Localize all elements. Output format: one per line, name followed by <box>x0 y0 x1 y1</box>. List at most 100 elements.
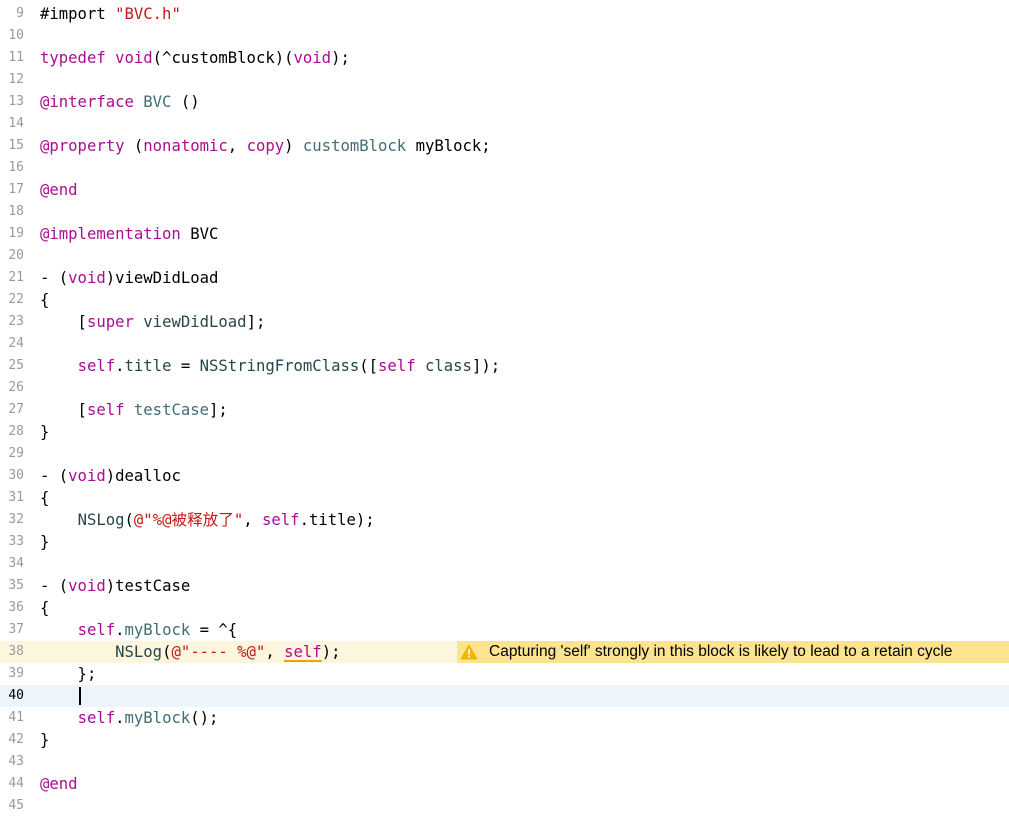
line-number[interactable]: 26 <box>0 377 24 399</box>
line-number[interactable]: 19 <box>0 223 24 245</box>
line-number[interactable]: 13 <box>0 91 24 113</box>
code-line[interactable]: 11 typedef void(^customBlock)(void); <box>0 47 1009 69</box>
line-number[interactable]: 22 <box>0 289 24 311</box>
line-number[interactable]: 35 <box>0 575 24 597</box>
code-line[interactable]: 19 @implementation BVC <box>0 223 1009 245</box>
code-line[interactable]: 12 <box>0 69 1009 91</box>
code-line[interactable]: 42} <box>0 729 1009 751</box>
code-line[interactable]: 22 { <box>0 289 1009 311</box>
code-line[interactable]: 18 <box>0 201 1009 223</box>
code-line[interactable]: 35 - (void)testCase <box>0 575 1009 597</box>
code-line[interactable]: 29 <box>0 443 1009 465</box>
code-line[interactable]: 30 - (void)dealloc <box>0 465 1009 487</box>
code-line[interactable]: 33} <box>0 531 1009 553</box>
code-line[interactable]: 31 { <box>0 487 1009 509</box>
code-text[interactable]: - (void)testCase <box>40 575 190 597</box>
code-line[interactable]: 10 <box>0 25 1009 47</box>
code-text[interactable]: self.title = NSStringFromClass([self cla… <box>40 355 501 377</box>
line-number[interactable]: 21 <box>0 267 24 289</box>
line-number[interactable]: 20 <box>0 245 24 267</box>
code-text[interactable]: self.myBlock(); <box>40 707 219 729</box>
line-number[interactable]: 23 <box>0 311 24 333</box>
code-text[interactable]: NSLog(@"---- %@", self); <box>40 641 340 663</box>
code-line[interactable]: 15 @property (nonatomic, copy) customBloc… <box>0 135 1009 157</box>
line-number[interactable]: 34 <box>0 553 24 575</box>
code-text[interactable]: @implementation BVC <box>40 223 218 245</box>
line-number[interactable]: 18 <box>0 201 24 223</box>
code-line[interactable]: 20 <box>0 245 1009 267</box>
code-text[interactable]: { <box>40 597 49 619</box>
code-line[interactable]: 21 - (void)viewDidLoad <box>0 267 1009 289</box>
line-number[interactable]: 44 <box>0 773 24 795</box>
code-text[interactable]: #import "BVC.h" <box>40 3 181 25</box>
code-line[interactable]: 13 @interface BVC () <box>0 91 1009 113</box>
line-number[interactable]: 38 <box>0 641 24 663</box>
code-text[interactable]: } <box>40 421 49 443</box>
code-line[interactable]: 25 self.title = NSStringFromClass([self … <box>0 355 1009 377</box>
line-number[interactable]: 30 <box>0 465 24 487</box>
code-line[interactable]: 26 <box>0 377 1009 399</box>
code-line[interactable]: 40 <box>0 685 1009 707</box>
line-number[interactable]: 31 <box>0 487 24 509</box>
code-text[interactable]: @end <box>40 179 78 201</box>
line-number[interactable]: 15 <box>0 135 24 157</box>
line-number[interactable]: 33 <box>0 531 24 553</box>
code-text[interactable]: - (void)viewDidLoad <box>40 267 218 289</box>
line-number[interactable]: 43 <box>0 751 24 773</box>
code-text[interactable]: [self testCase]; <box>40 399 228 421</box>
code-line[interactable]: 34 <box>0 553 1009 575</box>
code-text[interactable]: self.myBlock = ^{ <box>40 619 238 641</box>
line-number[interactable]: 12 <box>0 69 24 91</box>
code-line[interactable]: 41 self.myBlock(); <box>0 707 1009 729</box>
line-number[interactable]: 24 <box>0 333 24 355</box>
code-line[interactable]: 14 <box>0 113 1009 135</box>
code-text[interactable]: typedef void(^customBlock)(void); <box>40 47 350 69</box>
line-number[interactable]: 11 <box>0 47 24 69</box>
line-number[interactable]: 10 <box>0 25 24 47</box>
code-text[interactable]: @end <box>40 773 78 795</box>
code-line[interactable]: 39 }; <box>0 663 1009 685</box>
line-number[interactable]: 29 <box>0 443 24 465</box>
code-line[interactable]: 38 NSLog(@"---- %@", self); Capturing 's… <box>0 641 1009 663</box>
line-number[interactable]: 28 <box>0 421 24 443</box>
code-text[interactable]: [super viewDidLoad]; <box>40 311 266 333</box>
line-number[interactable]: 45 <box>0 795 24 817</box>
code-text[interactable]: }; <box>40 663 97 685</box>
code-text[interactable]: @interface BVC () <box>40 91 200 113</box>
code-text[interactable]: - (void)dealloc <box>40 465 181 487</box>
code-text[interactable]: { <box>40 487 49 509</box>
line-number[interactable]: 37 <box>0 619 24 641</box>
line-number[interactable]: 25 <box>0 355 24 377</box>
code-line[interactable]: 27 [self testCase]; <box>0 399 1009 421</box>
line-number[interactable]: 42 <box>0 729 24 751</box>
code-line[interactable]: 44 @end <box>0 773 1009 795</box>
line-number[interactable]: 14 <box>0 113 24 135</box>
line-number[interactable]: 17 <box>0 179 24 201</box>
line-number[interactable]: 39 <box>0 663 24 685</box>
code-line[interactable]: 43 <box>0 751 1009 773</box>
code-editor[interactable]: 9 #import "BVC.h" 10 11 typedef void(^custom… <box>0 0 1009 813</box>
code-text[interactable]: { <box>40 289 49 311</box>
warning-banner[interactable]: Capturing 'self' strongly in this block … <box>457 641 1009 663</box>
code-text[interactable]: NSLog(@"%@被释放了", self.title); <box>40 509 375 531</box>
code-text[interactable]: } <box>40 729 49 751</box>
code-text[interactable]: @property (nonatomic, copy) customBlock … <box>40 135 491 157</box>
code-line[interactable]: 45 <box>0 795 1009 817</box>
line-number[interactable]: 27 <box>0 399 24 421</box>
code-line[interactable]: 28} <box>0 421 1009 443</box>
line-number[interactable]: 41 <box>0 707 24 729</box>
code-line[interactable]: 9 #import "BVC.h" <box>0 3 1009 25</box>
line-number[interactable]: 36 <box>0 597 24 619</box>
line-number[interactable]: 32 <box>0 509 24 531</box>
line-number[interactable]: 16 <box>0 157 24 179</box>
line-number[interactable]: 40 <box>0 685 24 707</box>
code-text[interactable]: } <box>40 531 49 553</box>
code-line[interactable]: 16 <box>0 157 1009 179</box>
code-line[interactable]: 17 @end <box>0 179 1009 201</box>
code-line[interactable]: 37 self.myBlock = ^{ <box>0 619 1009 641</box>
line-number[interactable]: 9 <box>0 3 24 25</box>
code-line[interactable]: 24 <box>0 333 1009 355</box>
code-line[interactable]: 23 [super viewDidLoad]; <box>0 311 1009 333</box>
code-line[interactable]: 36 { <box>0 597 1009 619</box>
code-line[interactable]: 32 NSLog(@"%@被释放了", self.title); <box>0 509 1009 531</box>
